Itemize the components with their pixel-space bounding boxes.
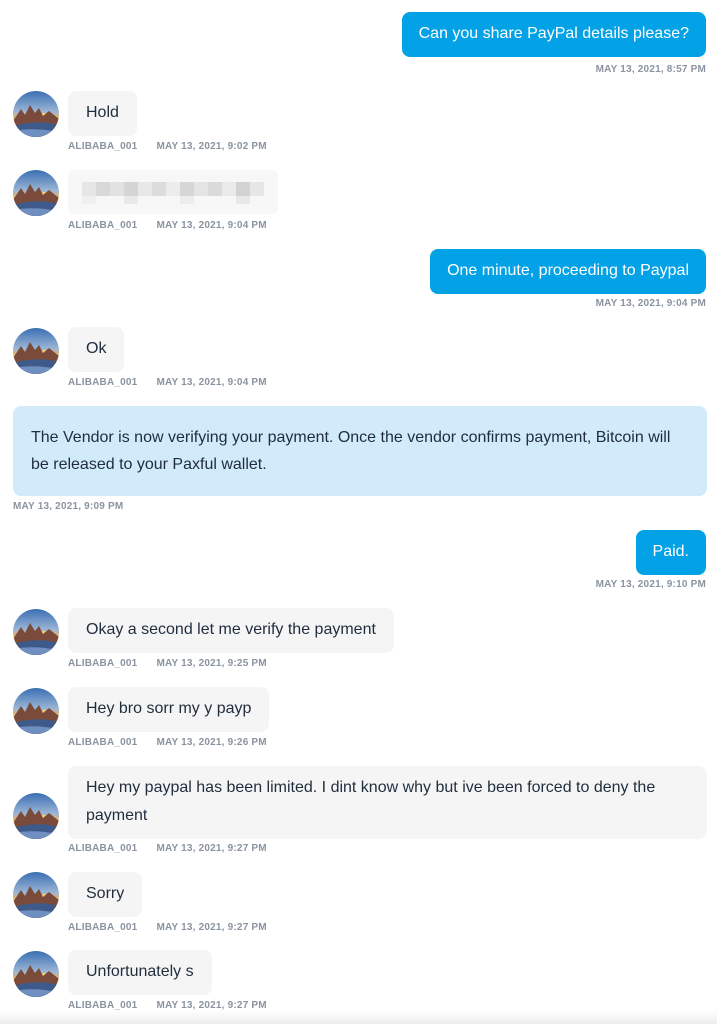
system-message-box: The Vendor is now verifying your payment… [13,406,707,496]
message-bubble: Sorry [68,872,143,917]
message-bubble: Paid. [635,530,706,575]
message-bubble: Unfortunately s [68,950,212,995]
avatar[interactable] [13,328,59,374]
message-meta: ALIBABA_001 MAY 13, 2021, 9:04 PM [68,220,267,231]
message-timestamp: MAY 13, 2021, 9:09 PM [13,501,124,512]
message-timestamp: MAY 13, 2021, 9:04 PM [156,220,267,231]
sunset-landscape-avatar-icon [13,872,59,918]
message-username[interactable]: ALIBABA_001 [68,922,137,933]
message-username[interactable]: ALIBABA_001 [68,843,137,854]
avatar[interactable] [13,609,59,655]
message-timestamp: MAY 13, 2021, 9:10 PM [595,579,706,590]
message-bubble: Hey bro sorr my y payp [68,687,270,732]
message-timestamp: MAY 13, 2021, 9:02 PM [156,141,267,152]
sunset-landscape-avatar-icon [13,91,59,137]
scroll-fade [0,1010,717,1024]
message-timestamp: MAY 13, 2021, 9:04 PM [595,298,706,309]
message-timestamp: MAY 13, 2021, 8:57 PM [595,64,706,75]
message-username[interactable]: ALIBABA_001 [68,141,137,152]
message-meta: ALIBABA_001 MAY 13, 2021, 9:02 PM [68,141,267,152]
sunset-landscape-avatar-icon [13,688,59,734]
message-meta: ALIBABA_001 MAY 13, 2021, 9:04 PM [68,377,267,388]
message-timestamp: MAY 13, 2021, 9:26 PM [156,737,267,748]
message-meta: ALIBABA_001 MAY 13, 2021, 9:26 PM [68,737,267,748]
sunset-landscape-avatar-icon [13,951,59,997]
avatar[interactable] [13,170,59,216]
chat-screen: { "messages": { "m1": { "text": "Can you… [0,0,717,1024]
avatar[interactable] [13,91,59,137]
message-timestamp: MAY 13, 2021, 9:27 PM [156,922,267,933]
sunset-landscape-avatar-icon [13,328,59,374]
message-username[interactable]: ALIBABA_001 [68,737,137,748]
blurred-message-content [68,170,278,214]
avatar[interactable] [13,688,59,734]
message-meta: ALIBABA_001 MAY 13, 2021, 9:25 PM [68,658,267,669]
avatar[interactable] [13,951,59,997]
message-bubble: Ok [68,327,125,372]
sunset-landscape-avatar-icon [13,793,59,839]
message-timestamp: MAY 13, 2021, 9:04 PM [156,377,267,388]
message-bubble: One minute, proceeding to Paypal [430,249,706,294]
message-username[interactable]: ALIBABA_001 [68,377,137,388]
message-bubble: Hold [68,91,137,136]
message-bubble: Can you share PayPal details please? [401,12,706,57]
message-bubble: Okay a second let me verify the payment [68,608,394,653]
pixelated-redaction-icon [68,170,278,214]
message-meta: ALIBABA_001 MAY 13, 2021, 9:27 PM [68,843,267,854]
sunset-landscape-avatar-icon [13,609,59,655]
sunset-landscape-avatar-icon [13,170,59,216]
message-bubble: Hey my paypal has been limited. I dint k… [68,766,707,839]
message-timestamp: MAY 13, 2021, 9:27 PM [156,843,267,854]
message-username[interactable]: ALIBABA_001 [68,220,137,231]
message-meta: ALIBABA_001 MAY 13, 2021, 9:27 PM [68,922,267,933]
avatar[interactable] [13,793,59,839]
message-username[interactable]: ALIBABA_001 [68,658,137,669]
avatar[interactable] [13,872,59,918]
message-timestamp: MAY 13, 2021, 9:25 PM [156,658,267,669]
